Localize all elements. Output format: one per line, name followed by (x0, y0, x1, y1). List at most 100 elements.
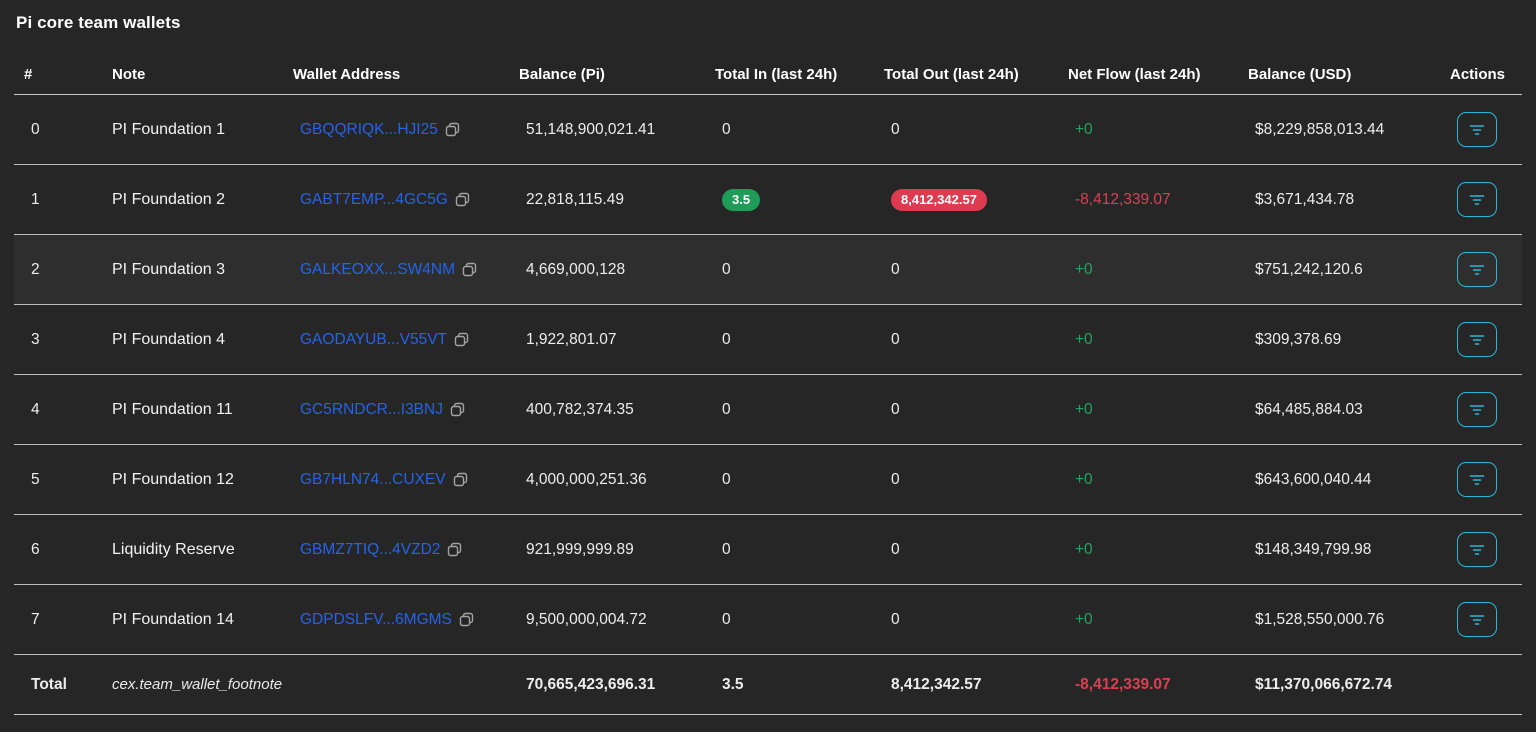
copy-address-button[interactable] (445, 122, 460, 137)
wallet-address-link[interactable]: GALKEOXX...SW4NM (300, 261, 455, 279)
total-in-cell: 0 (705, 121, 874, 139)
table-row: 4 PI Foundation 11 GC5RNDCR...I3BNJ 400,… (14, 375, 1522, 445)
wallet-address-link[interactable]: GC5RNDCR...I3BNJ (300, 401, 443, 419)
row-actions-button[interactable] (1457, 462, 1497, 497)
balance-usd-value: $309,378.69 (1255, 330, 1342, 348)
table-row: 3 PI Foundation 4 GAODAYUB...V55VT 1,922… (14, 305, 1522, 375)
wallet-address-link[interactable]: GBMZ7TIQ...4VZD2 (300, 541, 440, 559)
row-index: 6 (31, 540, 40, 558)
net-flow-value: +0 (1075, 610, 1093, 628)
total-in-value: 0 (722, 540, 731, 558)
total-out-value: 0 (891, 260, 900, 278)
total-out-cell: 0 (874, 611, 1058, 629)
net-flow-value: +0 (1075, 400, 1093, 418)
page-title: Pi core team wallets (16, 13, 181, 32)
copy-address-button[interactable] (459, 612, 474, 627)
row-index: 2 (31, 260, 40, 278)
net-flow-cell: -8,412,339.07 (1058, 191, 1238, 209)
balance-pi-value: 4,669,000,128 (526, 260, 626, 278)
total-out-value: 0 (891, 120, 900, 138)
wallet-note: PI Foundation 1 (112, 120, 225, 138)
total-out-value: 8,412,342.57 (891, 188, 987, 211)
copy-icon (450, 402, 465, 417)
total-out-cell: 0 (874, 401, 1058, 419)
wallet-address-cell: GBMZ7TIQ...4VZD2 (283, 541, 509, 559)
net-flow-cell: +0 (1058, 331, 1238, 349)
total-in-value: 0 (722, 260, 731, 278)
copy-icon (462, 262, 477, 277)
row-actions-button[interactable] (1457, 182, 1497, 217)
row-actions-button[interactable] (1457, 532, 1497, 567)
total-out-cell: 0 (874, 121, 1058, 139)
net-flow-value: +0 (1075, 260, 1093, 278)
total-in-sum: 3.5 (722, 675, 744, 693)
net-flow-cell: +0 (1058, 261, 1238, 279)
table-row: 5 PI Foundation 12 GB7HLN74...CUXEV 4,00… (14, 445, 1522, 515)
copy-icon (447, 542, 462, 557)
copy-address-button[interactable] (455, 192, 470, 207)
wallet-note: PI Foundation 3 (112, 260, 225, 278)
net-flow-cell: +0 (1058, 401, 1238, 419)
table-row: 1 PI Foundation 2 GABT7EMP...4GC5G 22,81… (14, 165, 1522, 235)
copy-address-button[interactable] (462, 262, 477, 277)
total-in-cell: 0 (705, 331, 874, 349)
wallet-address-link[interactable]: GAODAYUB...V55VT (300, 331, 447, 349)
total-out-cell: 0 (874, 541, 1058, 559)
row-actions-button[interactable] (1457, 392, 1497, 427)
total-in-value: 0 (722, 400, 731, 418)
total-in-cell: 0 (705, 401, 874, 419)
wallet-address-link[interactable]: GBQQRIQK...HJI25 (300, 121, 438, 139)
table-total-row: Total cex.team_wallet_footnote 70,665,42… (14, 655, 1522, 715)
balance-pi-value: 22,818,115.49 (526, 190, 624, 208)
row-index: 7 (31, 610, 40, 628)
balance-pi-value: 1,922,801.07 (526, 330, 617, 348)
row-actions-button[interactable] (1457, 112, 1497, 147)
copy-address-button[interactable] (447, 542, 462, 557)
copy-icon (445, 122, 460, 137)
balance-pi-value: 400,782,374.35 (526, 400, 634, 418)
filter-lines-icon (1469, 404, 1485, 416)
copy-address-button[interactable] (453, 472, 468, 487)
actions-cell (1440, 182, 1522, 217)
actions-cell (1440, 602, 1522, 637)
wallet-note: PI Foundation 2 (112, 190, 225, 208)
total-net-flow: -8,412,339.07 (1058, 676, 1238, 694)
actions-cell (1440, 462, 1522, 497)
copy-icon (453, 472, 468, 487)
row-actions-button[interactable] (1457, 602, 1497, 637)
balance-usd-value: $1,528,550,000.76 (1255, 610, 1385, 628)
balance-pi-value: 51,148,900,021.41 (526, 120, 656, 138)
team-wallets-table: # Note Wallet Address Balance (Pi) Total… (14, 55, 1522, 715)
net-flow-value: +0 (1075, 470, 1093, 488)
table-row: 7 PI Foundation 14 GDPDSLFV...6MGMS 9,50… (14, 585, 1522, 655)
net-flow-value: +0 (1075, 120, 1093, 138)
filter-lines-icon (1469, 194, 1485, 206)
row-actions-button[interactable] (1457, 252, 1497, 287)
total-balance-pi: 70,665,423,696.31 (526, 675, 656, 693)
wallet-note: PI Foundation 12 (112, 470, 234, 488)
wallet-note: PI Foundation 11 (112, 400, 233, 418)
filter-lines-icon (1469, 264, 1485, 276)
copy-icon (455, 192, 470, 207)
net-flow-cell: +0 (1058, 121, 1238, 139)
total-label: Total (31, 675, 67, 693)
copy-address-button[interactable] (450, 402, 465, 417)
copy-address-button[interactable] (454, 332, 469, 347)
wallet-address-link[interactable]: GABT7EMP...4GC5G (300, 191, 448, 209)
column-header-note: Note (112, 66, 146, 83)
wallet-address-cell: GBQQRIQK...HJI25 (283, 121, 509, 139)
actions-cell (1440, 532, 1522, 567)
actions-cell (1440, 392, 1522, 427)
filter-lines-icon (1469, 334, 1485, 346)
wallet-address-link[interactable]: GDPDSLFV...6MGMS (300, 611, 452, 629)
wallet-address-cell: GDPDSLFV...6MGMS (283, 611, 509, 629)
row-index: 0 (31, 120, 40, 138)
row-actions-button[interactable] (1457, 322, 1497, 357)
column-header-wallet: Wallet Address (293, 66, 401, 83)
wallet-address-cell: GAODAYUB...V55VT (283, 331, 509, 349)
table-header-row: # Note Wallet Address Balance (Pi) Total… (14, 55, 1522, 95)
balance-usd-value: $8,229,858,013.44 (1255, 120, 1385, 138)
filter-lines-icon (1469, 544, 1485, 556)
wallet-address-link[interactable]: GB7HLN74...CUXEV (300, 471, 446, 489)
net-flow-cell: +0 (1058, 611, 1238, 629)
